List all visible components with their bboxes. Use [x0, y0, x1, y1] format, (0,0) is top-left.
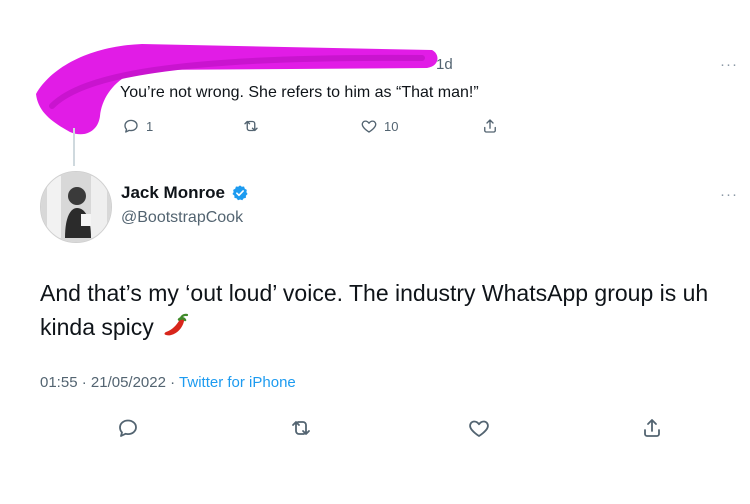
meta-separator: ·: [165, 374, 180, 391]
author-name[interactable]: Jack Monroe: [121, 183, 225, 203]
retweet-button[interactable]: [289, 416, 313, 445]
reply-more-options-icon[interactable]: ···: [720, 56, 738, 73]
redaction-scribble: [36, 44, 438, 135]
reply-share-button[interactable]: [481, 117, 499, 135]
share-icon: [644, 419, 660, 437]
tweet-more-options-icon[interactable]: ···: [720, 186, 738, 203]
reply-icon: [119, 419, 137, 437]
like-button[interactable]: [467, 416, 491, 445]
retweet-icon: [292, 421, 310, 435]
tweet-body: And that’s my ‘out loud’ voice. The indu…: [40, 280, 709, 340]
share-icon: [484, 119, 496, 133]
heart-icon: [469, 420, 489, 437]
tweet-date[interactable]: 21/05/2022: [91, 374, 166, 391]
author-handle[interactable]: @BootstrapCook: [121, 209, 243, 227]
chili-pepper-icon: [164, 313, 189, 336]
tweet-text: And that’s my ‘out loud’ voice. The indu…: [40, 276, 730, 344]
avatar[interactable]: [40, 171, 112, 243]
tweet-time[interactable]: 01:55: [40, 374, 78, 391]
meta-separator: ·: [77, 374, 91, 391]
reply-button[interactable]: [116, 416, 140, 445]
profile-photo: [41, 172, 111, 242]
tweet-meta: 01:55 · 21/05/2022 · Twitter for iPhone: [40, 374, 296, 391]
thread-connector-line: [73, 128, 75, 166]
share-button[interactable]: [640, 416, 664, 445]
verified-badge-icon: [231, 184, 249, 202]
tweet-source-link[interactable]: Twitter for iPhone: [179, 374, 296, 391]
author-name-row[interactable]: Jack Monroe: [121, 183, 249, 203]
